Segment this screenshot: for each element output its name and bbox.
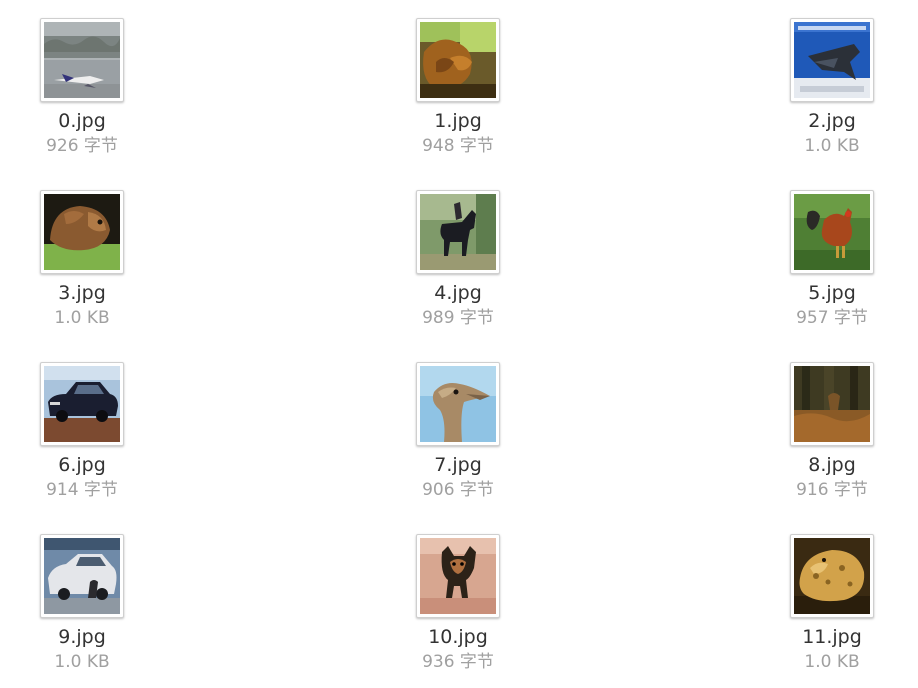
car-thumbnail-icon [44,538,120,614]
thumbnail-frame [40,18,124,102]
file-size: 1.0 KB [804,652,860,672]
file-size: 936 字节 [422,652,494,672]
thumbnail-frame [416,18,500,102]
dog-thumbnail-icon [420,538,496,614]
file-item[interactable]: 10.jpg 936 字节 [388,534,528,673]
ostrich-thumbnail-icon [420,366,496,442]
file-item[interactable]: 3.jpg 1.0 KB [12,190,152,329]
file-name: 0.jpg [58,110,106,132]
file-name: 11.jpg [802,626,862,648]
file-item[interactable]: 0.jpg 926 字节 [12,18,152,157]
file-name: 6.jpg [58,454,106,476]
thumbnail-frame [790,190,874,274]
airplane-thumbnail-icon [794,22,870,98]
file-item[interactable]: 6.jpg 914 字节 [12,362,152,501]
thumbnail-frame [790,18,874,102]
file-size: 948 字节 [422,136,494,156]
file-size: 1.0 KB [804,136,860,156]
car-thumbnail-icon [44,366,120,442]
thumbnail-frame [416,534,500,618]
file-icon-view: 0.jpg 926 字节 1.jpg 948 字节 2.jpg 1.0 KB 3… [0,0,918,688]
file-size: 916 字节 [796,480,868,500]
file-item[interactable]: 9.jpg 1.0 KB [12,534,152,673]
file-size: 914 字节 [46,480,118,500]
file-name: 4.jpg [434,282,482,304]
file-size: 1.0 KB [54,308,110,328]
file-size: 926 字节 [46,136,118,156]
frog-thumbnail-icon [794,538,870,614]
file-item[interactable]: 2.jpg 1.0 KB [762,18,902,157]
file-size: 989 字节 [422,308,494,328]
file-item[interactable]: 11.jpg 1.0 KB [762,534,902,673]
thumbnail-frame [416,190,500,274]
thumbnail-frame [790,534,874,618]
file-item[interactable]: 4.jpg 989 字节 [388,190,528,329]
file-name: 5.jpg [808,282,856,304]
thumbnail-frame [40,534,124,618]
file-item[interactable]: 7.jpg 906 字节 [388,362,528,501]
file-item[interactable]: 1.jpg 948 字节 [388,18,528,157]
thumbnail-frame [790,362,874,446]
animal-thumbnail-icon [44,194,120,270]
file-item[interactable]: 5.jpg 957 字节 [762,190,902,329]
file-name: 1.jpg [434,110,482,132]
file-size: 1.0 KB [54,652,110,672]
thumbnail-frame [40,190,124,274]
file-size: 957 字节 [796,308,868,328]
bird-thumbnail-icon [794,194,870,270]
file-name: 3.jpg [58,282,106,304]
deer-thumbnail-icon [420,22,496,98]
deer-thumbnail-icon [794,366,870,442]
horse-thumbnail-icon [420,194,496,270]
thumbnail-frame [416,362,500,446]
file-name: 7.jpg [434,454,482,476]
file-item[interactable]: 8.jpg 916 字节 [762,362,902,501]
file-name: 8.jpg [808,454,856,476]
file-name: 2.jpg [808,110,856,132]
file-name: 10.jpg [428,626,488,648]
file-size: 906 字节 [422,480,494,500]
airplane-thumbnail-icon [44,22,120,98]
file-name: 9.jpg [58,626,106,648]
thumbnail-frame [40,362,124,446]
